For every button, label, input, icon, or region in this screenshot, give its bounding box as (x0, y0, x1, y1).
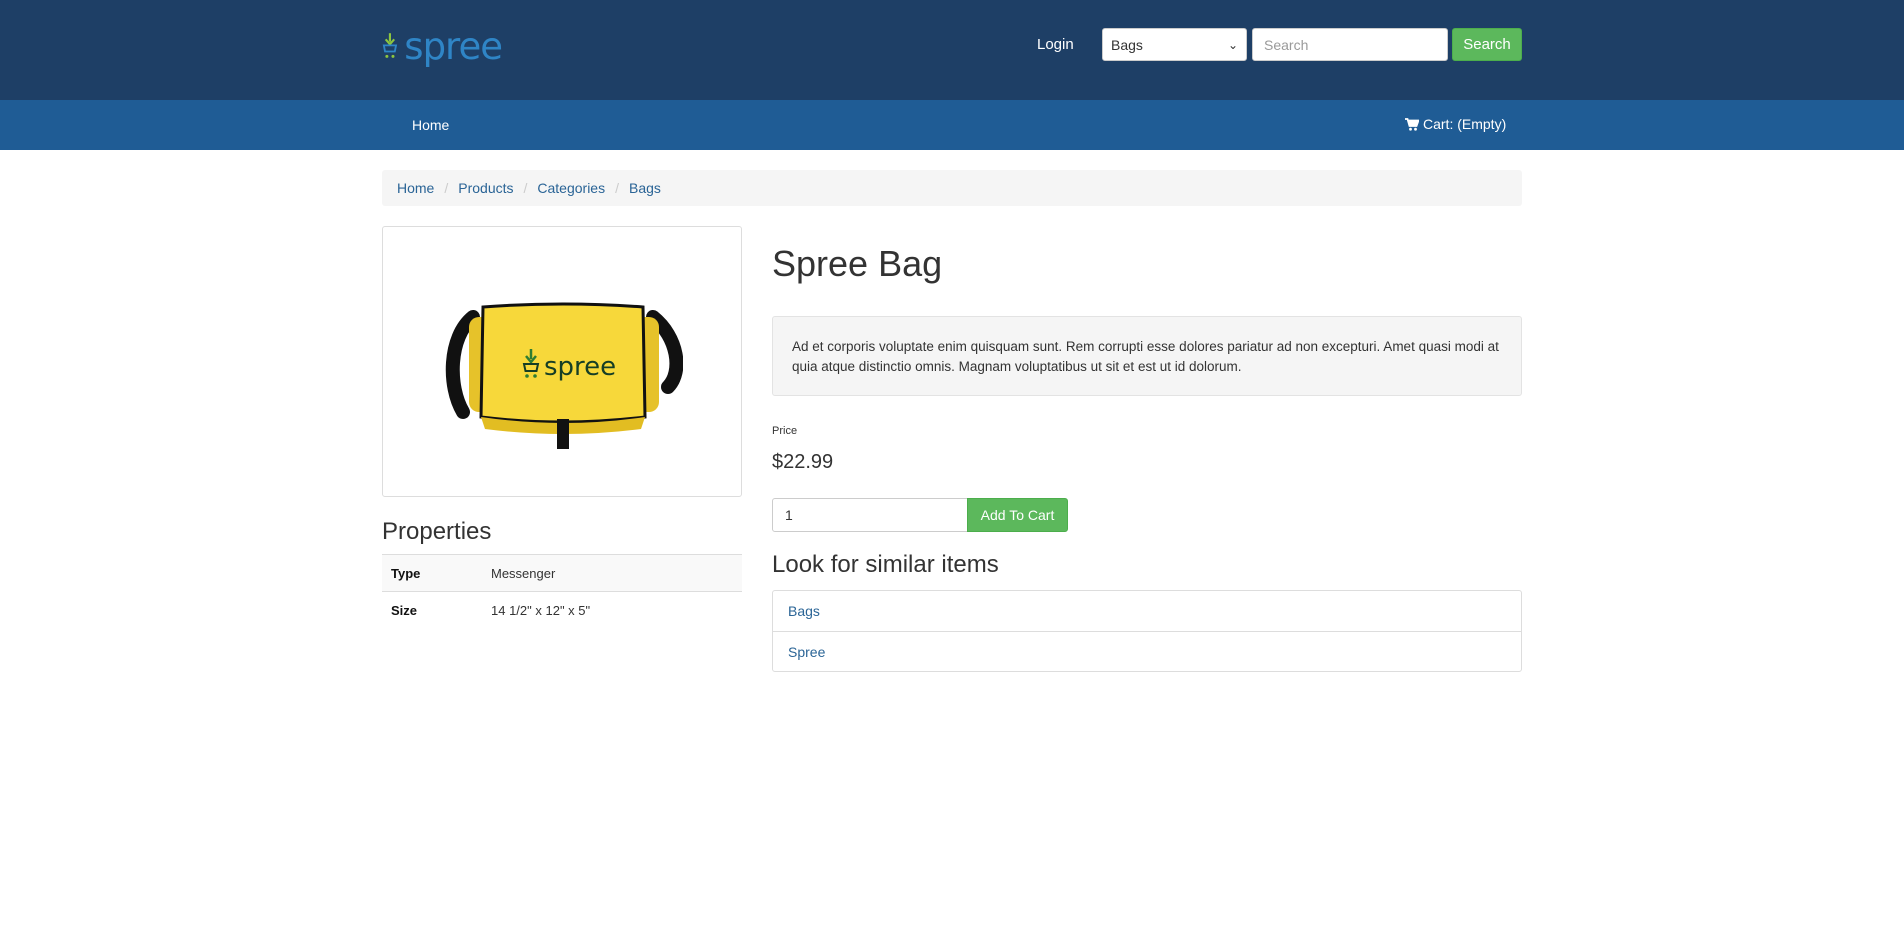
add-to-cart-button[interactable]: Add To Cart (967, 498, 1068, 532)
table-row: Type Messenger (382, 554, 742, 592)
main-nav: Home Cart: (Empty) (0, 100, 1904, 150)
breadcrumb-separator: / (615, 180, 619, 196)
search-input[interactable] (1252, 28, 1448, 61)
properties-title: Properties (382, 518, 492, 545)
quantity-input[interactable] (772, 498, 968, 532)
cart-label: Cart: (Empty) (1423, 116, 1507, 132)
product-title: Spree Bag (772, 243, 943, 284)
property-key: Type (382, 554, 482, 592)
bag-logo-text: spree (544, 352, 616, 382)
search-button[interactable]: Search (1452, 28, 1522, 61)
breadcrumb-separator: / (444, 180, 449, 196)
price-label: Price (772, 425, 798, 437)
cart-link[interactable]: Cart: (Empty) (1405, 116, 1506, 132)
similar-items-title: Look for similar items (772, 551, 999, 578)
properties-table: Type Messenger Size 14 1/2" x 12" x 5" (382, 554, 742, 629)
product-image[interactable]: spree (382, 226, 742, 497)
breadcrumb-home[interactable]: Home (397, 180, 434, 196)
site-header: spree Login Bags ⌄ Search (0, 0, 1904, 100)
property-value: Messenger (482, 554, 742, 592)
site-logo[interactable]: spree (382, 20, 503, 72)
similar-item-spree[interactable]: Spree (773, 631, 1521, 671)
bag-photo: spree (445, 302, 683, 449)
taxon-select[interactable]: Bags ⌄ (1102, 28, 1247, 61)
shopping-cart-icon (1405, 117, 1419, 131)
nav-home-link[interactable]: Home (412, 117, 449, 133)
product-description: Ad et corporis voluptate enim quisquam s… (772, 316, 1522, 396)
property-key: Size (382, 591, 482, 629)
taxon-select-value: Bags (1111, 36, 1143, 53)
breadcrumb: Home / Products / Categories / Bags (382, 170, 1522, 206)
breadcrumb-separator: / (523, 180, 528, 196)
similar-item-bags[interactable]: Bags (773, 591, 1521, 631)
logo-wordmark: spree (404, 24, 503, 68)
product-price: $22.99 (772, 451, 834, 473)
breadcrumb-bags[interactable]: Bags (629, 180, 661, 196)
property-value: 14 1/2" x 12" x 5" (482, 591, 742, 629)
breadcrumb-products[interactable]: Products (458, 180, 513, 196)
chevron-down-icon: ⌄ (1227, 37, 1238, 52)
login-link[interactable]: Login (1037, 36, 1074, 53)
similar-items-list: Bags Spree (772, 590, 1522, 672)
table-row: Size 14 1/2" x 12" x 5" (382, 591, 742, 629)
spree-logo-icon (382, 33, 398, 58)
breadcrumb-categories[interactable]: Categories (537, 180, 605, 196)
